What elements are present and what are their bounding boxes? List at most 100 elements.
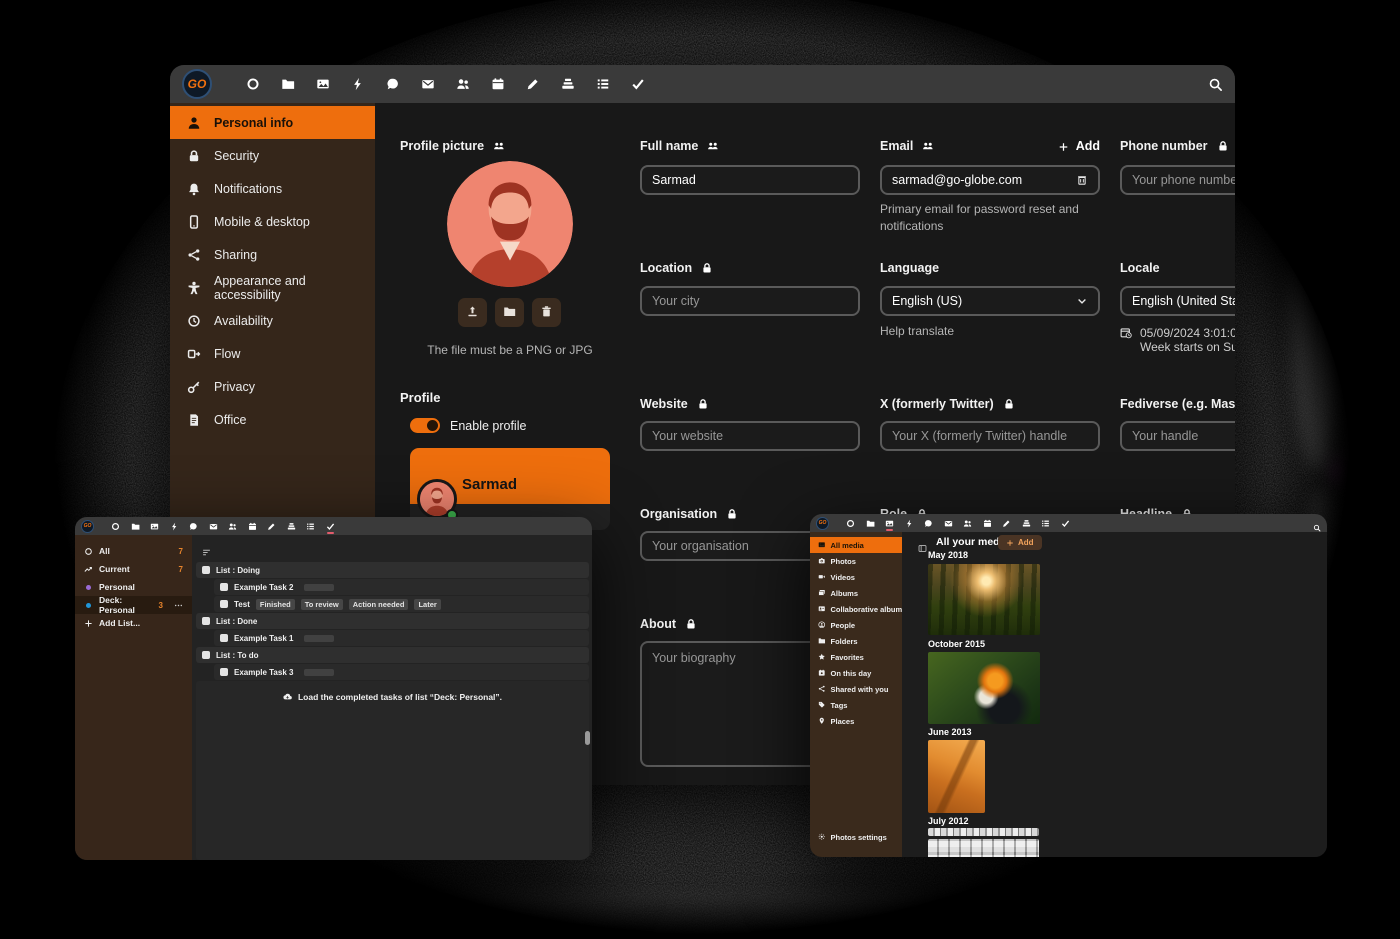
notes-icon[interactable] xyxy=(526,77,540,91)
deck-icon[interactable] xyxy=(287,522,296,531)
task-tag[interactable]: To review xyxy=(301,599,343,610)
mail-icon[interactable] xyxy=(944,519,953,528)
photo-july-2012[interactable] xyxy=(928,839,1039,857)
task-checkbox[interactable] xyxy=(220,668,228,676)
scope-group-icon[interactable] xyxy=(493,140,505,152)
contacts-icon[interactable] xyxy=(963,519,972,528)
tables-icon[interactable] xyxy=(1041,519,1050,528)
locale-select[interactable]: English (United States) xyxy=(1120,286,1235,316)
photos-nav-places[interactable]: Places xyxy=(810,713,902,729)
calendar-icon[interactable] xyxy=(491,77,505,91)
photos-nav-photos[interactable]: Photos xyxy=(810,553,902,569)
task-checkbox[interactable] xyxy=(202,566,210,574)
calendar-icon[interactable] xyxy=(248,522,257,531)
dashboard-icon[interactable] xyxy=(246,77,260,91)
sidebar-item-office[interactable]: Office xyxy=(170,403,375,436)
sidebar-item-personal-info[interactable]: Personal info xyxy=(170,106,375,139)
task-row[interactable]: Example Task 1 xyxy=(214,630,589,646)
tasks-list-deck-personal[interactable]: Deck: Personal3 xyxy=(75,596,192,614)
fediverse-input[interactable] xyxy=(1120,421,1235,451)
delete-email-icon[interactable] xyxy=(1076,174,1088,186)
mail-icon[interactable] xyxy=(209,522,218,531)
photos-icon[interactable] xyxy=(150,522,159,531)
photos-settings-button[interactable]: Photos settings xyxy=(810,829,902,845)
tasks-list-personal[interactable]: Personal xyxy=(75,578,192,596)
files-icon[interactable] xyxy=(281,77,295,91)
add-media-button[interactable]: Add xyxy=(998,535,1042,550)
scope-lock-icon[interactable] xyxy=(1003,398,1015,410)
scope-lock-icon[interactable] xyxy=(701,262,713,274)
photos-icon[interactable] xyxy=(316,77,330,91)
task-checkbox[interactable] xyxy=(202,651,210,659)
task-row[interactable]: Example Task 2 xyxy=(214,579,589,595)
task-row[interactable]: TestFinishedTo reviewAction neededLater xyxy=(214,596,589,612)
files-icon[interactable] xyxy=(866,519,875,528)
ellipsis-menu-icon[interactable] xyxy=(174,601,183,610)
scope-lock-icon[interactable] xyxy=(697,398,709,410)
scope-lock-icon[interactable] xyxy=(1217,140,1229,152)
photos-nav-people[interactable]: People xyxy=(810,617,902,633)
photo-may-2018[interactable] xyxy=(928,564,1040,635)
search-icon[interactable] xyxy=(1208,77,1223,92)
deck-icon[interactable] xyxy=(561,77,575,91)
sidebar-item-sharing[interactable]: Sharing xyxy=(170,238,375,271)
activity-icon[interactable] xyxy=(905,519,914,528)
scope-group-icon[interactable] xyxy=(922,140,934,152)
profile-avatar[interactable] xyxy=(447,161,573,287)
task-tag[interactable]: Action needed xyxy=(349,599,409,610)
website-input[interactable] xyxy=(640,421,860,451)
location-input[interactable] xyxy=(640,286,860,316)
task-row[interactable]: Example Task 3 xyxy=(214,664,589,680)
task-checkbox[interactable] xyxy=(202,617,210,625)
tasks-icon[interactable] xyxy=(631,77,645,91)
sidebar-item-flow[interactable]: Flow xyxy=(170,337,375,370)
talk-icon[interactable] xyxy=(924,519,933,528)
task-checkbox[interactable] xyxy=(220,600,228,608)
sidebar-item-mobile-desktop[interactable]: Mobile & desktop xyxy=(170,205,375,238)
task-checkbox[interactable] xyxy=(220,634,228,642)
remove-avatar-button[interactable] xyxy=(532,298,561,327)
activity-icon[interactable] xyxy=(170,522,179,531)
contacts-icon[interactable] xyxy=(456,77,470,91)
upload-avatar-button[interactable] xyxy=(458,298,487,327)
scope-group-icon[interactable] xyxy=(707,140,719,152)
activity-icon[interactable] xyxy=(351,77,365,91)
photo-june-2013[interactable] xyxy=(928,740,985,813)
load-completed-tasks[interactable]: Load the completed tasks of list “Deck: … xyxy=(196,681,589,860)
contacts-icon[interactable] xyxy=(228,522,237,531)
photos-icon[interactable] xyxy=(885,519,894,528)
choose-from-files-button[interactable] xyxy=(495,298,524,327)
scrollbar-thumb[interactable] xyxy=(585,731,590,745)
email-input[interactable]: sarmad@go-globe.com xyxy=(880,165,1100,195)
go-logo[interactable]: GO xyxy=(182,69,212,99)
photos-nav-tags[interactable]: Tags xyxy=(810,697,902,713)
photos-nav-folders[interactable]: Folders xyxy=(810,633,902,649)
tasks-filter-current[interactable]: Current7 xyxy=(75,560,192,578)
photos-nav-shared-with-you[interactable]: Shared with you xyxy=(810,681,902,697)
mail-icon[interactable] xyxy=(421,77,435,91)
tables-icon[interactable] xyxy=(596,77,610,91)
photos-nav-favorites[interactable]: Favorites xyxy=(810,649,902,665)
deck-icon[interactable] xyxy=(1022,519,1031,528)
photos-nav-videos[interactable]: Videos xyxy=(810,569,902,585)
sidebar-item-privacy[interactable]: Privacy xyxy=(170,370,375,403)
tasks-icon[interactable] xyxy=(1061,519,1070,528)
photo-july-2012-strip[interactable] xyxy=(928,828,1039,836)
go-logo[interactable]: GO xyxy=(81,520,94,533)
search-icon[interactable] xyxy=(1313,519,1321,527)
add-email-button[interactable]: Add xyxy=(1058,139,1100,153)
scope-lock-icon[interactable] xyxy=(685,618,697,630)
task-group-row[interactable]: List : Done xyxy=(196,613,589,629)
talk-icon[interactable] xyxy=(189,522,198,531)
notes-icon[interactable] xyxy=(267,522,276,531)
dashboard-icon[interactable] xyxy=(846,519,855,528)
phone-input[interactable] xyxy=(1120,165,1235,195)
task-group-row[interactable]: List : To do xyxy=(196,647,589,663)
sidebar-item-security[interactable]: Security xyxy=(170,139,375,172)
photos-nav-all-media[interactable]: All media xyxy=(810,537,902,553)
full-name-input[interactable] xyxy=(640,165,860,195)
scope-lock-icon[interactable] xyxy=(726,508,738,520)
twitter-input[interactable] xyxy=(880,421,1100,451)
task-tag[interactable]: Finished xyxy=(256,599,295,610)
sort-icon[interactable] xyxy=(202,544,211,553)
